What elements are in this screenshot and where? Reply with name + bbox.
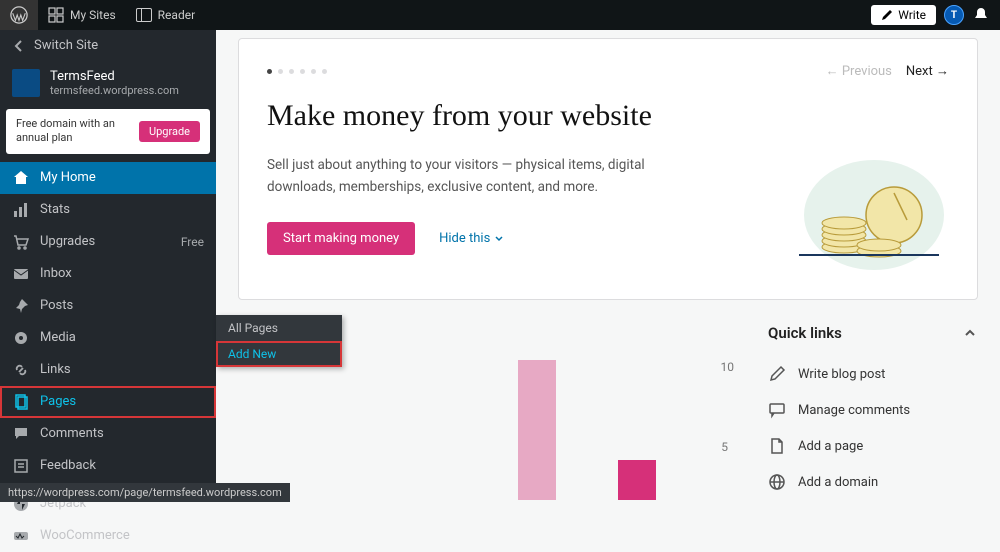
- sidebar-item-label: Links: [40, 362, 204, 377]
- next-button[interactable]: Next →: [906, 63, 949, 79]
- comment-icon: [12, 425, 30, 443]
- quick-link-label: Manage comments: [798, 403, 910, 418]
- chevron-left-icon: [12, 39, 26, 53]
- quick-link-label: Add a page: [798, 439, 863, 454]
- media-icon: [12, 329, 30, 347]
- quick-link-label: Add a domain: [798, 475, 878, 490]
- sidebar-item-upgrades[interactable]: Upgrades Free: [0, 226, 216, 258]
- sidebar-item-label: Comments: [40, 426, 204, 441]
- sidebar-item-label: WooCommerce: [40, 528, 204, 543]
- switch-site-label: Switch Site: [34, 38, 98, 53]
- wp-logo-menu[interactable]: [0, 0, 38, 30]
- sidebar-item-posts[interactable]: Posts: [0, 290, 216, 322]
- sidebar-item-stats[interactable]: Stats: [0, 194, 216, 226]
- pen-icon: [881, 9, 893, 21]
- sidebar-item-label: Stats: [40, 202, 204, 217]
- coins-illustration: [779, 155, 949, 275]
- sidebar-item-comments[interactable]: Comments: [0, 418, 216, 450]
- quick-link-write-post[interactable]: Write blog post: [768, 356, 978, 392]
- chevron-down-icon: [494, 234, 504, 244]
- y-tick: 10: [721, 360, 735, 374]
- switch-site-link[interactable]: Switch Site: [0, 30, 216, 61]
- quick-link-manage-comments[interactable]: Manage comments: [768, 392, 978, 428]
- sidebar-item-label: Media: [40, 330, 204, 345]
- sidebar-item-media[interactable]: Media: [0, 322, 216, 354]
- y-tick: 5: [721, 440, 728, 454]
- hide-this-link[interactable]: Hide this: [439, 231, 504, 246]
- site-icon: [12, 69, 40, 97]
- views-chart: 10 5: [238, 350, 738, 500]
- card-title: Make money from your website: [267, 99, 949, 133]
- reader-label: Reader: [158, 8, 195, 22]
- globe-icon: [768, 473, 786, 491]
- page-icon: [768, 437, 786, 455]
- status-bar-url: https://wordpress.com/page/termsfeed.wor…: [0, 483, 290, 502]
- sidebar-item-links[interactable]: Links: [0, 354, 216, 386]
- feedback-icon: [12, 457, 30, 475]
- quick-link-label: Write blog post: [798, 367, 885, 382]
- sidebar-item-label: My Home: [40, 170, 204, 185]
- comment-icon: [768, 401, 786, 419]
- sidebar-item-label: Inbox: [40, 266, 204, 281]
- quick-link-add-page[interactable]: Add a page: [768, 428, 978, 464]
- upgrade-button[interactable]: Upgrade: [139, 121, 200, 142]
- promo-card: ← Previous Next → Make money from your w…: [238, 38, 978, 300]
- sidebar-item-label: Pages: [40, 394, 204, 409]
- upgrade-text: Free domain with an annual plan: [16, 117, 116, 146]
- site-url: termsfeed.wordpress.com: [50, 84, 179, 97]
- submenu-all-pages[interactable]: All Pages: [216, 315, 342, 341]
- carousel-dots[interactable]: [267, 69, 327, 74]
- my-sites-link[interactable]: My Sites: [38, 0, 126, 30]
- quick-links-title: Quick links: [768, 324, 842, 342]
- link-icon: [12, 361, 30, 379]
- mail-icon: [12, 265, 30, 283]
- sidebar-item-inbox[interactable]: Inbox: [0, 258, 216, 290]
- sidebar-item-pages[interactable]: Pages: [0, 386, 216, 418]
- home-icon: [12, 169, 30, 187]
- chevron-up-icon[interactable]: [962, 325, 978, 341]
- pages-icon: [12, 393, 30, 411]
- site-name: TermsFeed: [50, 69, 179, 84]
- pencil-icon: [768, 365, 786, 383]
- notifications-icon[interactable]: [972, 6, 990, 24]
- card-text: Sell just about anything to your visitor…: [267, 155, 687, 198]
- reader-link[interactable]: Reader: [126, 0, 205, 30]
- upgrade-banner: Free domain with an annual plan Upgrade: [6, 109, 210, 154]
- sidebar-item-label: Upgrades: [40, 234, 171, 249]
- wordpress-icon: [10, 6, 28, 24]
- user-avatar[interactable]: T: [944, 5, 964, 25]
- previous-button[interactable]: ← Previous: [826, 63, 892, 79]
- site-info[interactable]: TermsFeed termsfeed.wordpress.com: [0, 61, 216, 105]
- sidebar-item-label: Feedback: [40, 458, 204, 473]
- chart-bar: [518, 360, 556, 500]
- sidebar-item-label: Posts: [40, 298, 204, 313]
- my-sites-label: My Sites: [70, 8, 116, 22]
- start-making-money-button[interactable]: Start making money: [267, 222, 415, 255]
- submenu-add-new[interactable]: Add New: [216, 341, 342, 367]
- stats-icon: [12, 201, 30, 219]
- quick-link-add-domain[interactable]: Add a domain: [768, 464, 978, 500]
- sidebar-item-woocommerce[interactable]: WooCommerce: [0, 520, 216, 552]
- write-button[interactable]: Write: [871, 5, 936, 25]
- pages-submenu: All Pages Add New: [216, 315, 342, 367]
- sidebar-item-feedback[interactable]: Feedback: [0, 450, 216, 482]
- woocommerce-icon: [12, 527, 30, 545]
- sites-icon: [48, 7, 64, 23]
- free-badge: Free: [181, 235, 204, 249]
- chart-bar: [618, 460, 656, 500]
- cart-icon: [12, 233, 30, 251]
- reader-icon: [136, 8, 152, 22]
- sidebar-item-my-home[interactable]: My Home: [0, 162, 216, 194]
- write-label: Write: [898, 8, 926, 22]
- pin-icon: [12, 297, 30, 315]
